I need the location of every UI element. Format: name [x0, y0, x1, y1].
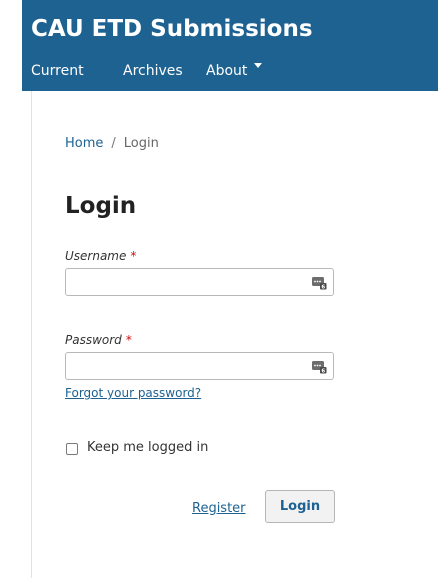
password-field[interactable]: 6	[65, 352, 334, 380]
password-manager-icon[interactable]: 6	[311, 358, 327, 374]
username-field[interactable]: 6	[65, 268, 334, 296]
page-title: Login	[65, 193, 137, 219]
breadcrumb-current: Login	[123, 136, 159, 151]
required-mark: *	[130, 249, 137, 263]
site-header: CAU ETD Submissions Current Archives Abo…	[22, 0, 438, 91]
username-label: Username *	[65, 249, 136, 263]
register-link[interactable]: Register	[192, 501, 246, 516]
nav-item-about[interactable]: About	[206, 63, 263, 79]
site-title[interactable]: CAU ETD Submissions	[31, 16, 313, 42]
svg-text:6: 6	[321, 368, 325, 374]
breadcrumb: Home / Login	[65, 136, 159, 151]
nav-item-archives[interactable]: Archives	[123, 63, 183, 79]
chevron-down-icon	[254, 63, 263, 68]
nav-item-current[interactable]: Current	[31, 63, 84, 79]
username-label-text: Username	[65, 249, 127, 263]
nav-item-about-label: About	[206, 63, 248, 79]
breadcrumb-home-link[interactable]: Home	[65, 136, 103, 151]
password-manager-icon[interactable]: 6	[311, 274, 327, 290]
password-label: Password *	[65, 333, 132, 347]
breadcrumb-separator: /	[111, 136, 116, 151]
svg-text:6: 6	[321, 284, 325, 290]
required-mark: *	[125, 333, 132, 347]
content-divider	[31, 91, 32, 578]
keep-logged-in-label[interactable]: Keep me logged in	[87, 440, 208, 455]
forgot-password-link[interactable]: Forgot your password?	[65, 386, 201, 400]
login-button[interactable]: Login	[265, 490, 335, 523]
keep-logged-in-checkbox[interactable]	[66, 443, 78, 455]
password-label-text: Password	[65, 333, 122, 347]
